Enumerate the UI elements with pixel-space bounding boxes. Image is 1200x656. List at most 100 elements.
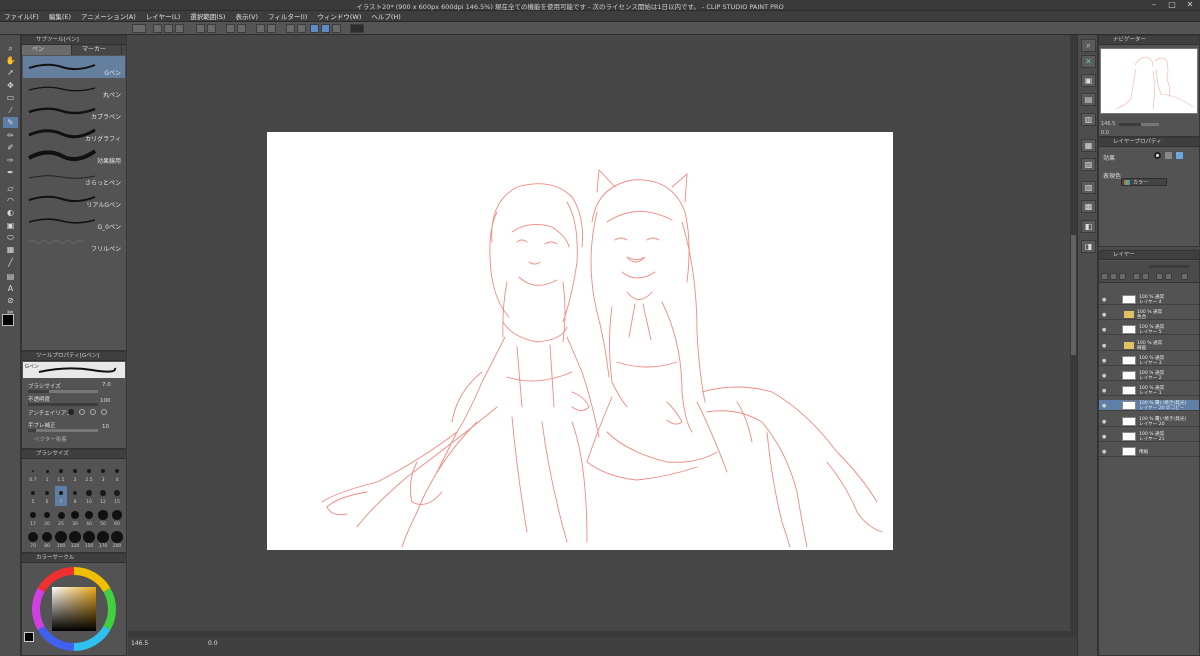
new-vector-layer-icon[interactable] <box>1110 273 1117 280</box>
operation-tool-icon[interactable]: ➚ <box>3 67 18 78</box>
zoom-readout[interactable]: 146.5 <box>131 640 148 647</box>
menu-file[interactable]: ファイル(F) <box>4 11 39 21</box>
visibility-eye-icon[interactable]: ● <box>1102 358 1107 364</box>
brush-size-option[interactable]: 200 <box>111 530 123 550</box>
layer-row[interactable]: ● 用紙 <box>1099 446 1199 457</box>
stabilize-slider[interactable] <box>28 429 98 432</box>
brush-size-option[interactable]: 1 <box>41 464 53 484</box>
item-bank-icon[interactable]: ▩ <box>1081 200 1096 213</box>
navigator-preview[interactable] <box>1100 48 1198 114</box>
brush-size-option[interactable]: 50 <box>97 508 109 528</box>
expression-color-select[interactable]: カラー <box>1121 178 1167 186</box>
invert-selection-icon[interactable] <box>297 24 306 33</box>
tab-marker[interactable]: マーカー <box>72 45 122 55</box>
layer-row[interactable]: ● 100 % 通常 レイヤー 5 <box>1099 324 1199 336</box>
snap-grid-icon[interactable] <box>321 24 330 33</box>
brush-calligraphy[interactable]: カリグラフィ <box>23 122 125 144</box>
vertical-scrollbar[interactable] <box>1070 35 1077 631</box>
brush-size-option[interactable]: 170 <box>97 530 109 550</box>
fg-color-swatch[interactable] <box>24 632 34 642</box>
vector-snap-label[interactable]: ベクター吸着 <box>34 435 67 443</box>
layer-row[interactable]: ● 100 % 通常 レイヤー 3 <box>1099 355 1199 366</box>
save-icon[interactable] <box>175 24 184 33</box>
brush-size-option[interactable]: 40 <box>83 508 95 528</box>
fill-icon[interactable] <box>237 24 246 33</box>
brush-size-option[interactable]: 25 <box>55 508 67 528</box>
menu-filter[interactable]: フィルター(I) <box>268 11 307 21</box>
delete-layer-icon[interactable] <box>1181 273 1188 280</box>
tab-pen[interactable]: ペン <box>22 45 72 55</box>
brush-size-slider[interactable] <box>28 390 98 393</box>
eyedropper-icon[interactable]: ⁄ <box>3 105 18 116</box>
history-icon[interactable]: ▤ <box>1081 93 1096 106</box>
brush-size-option[interactable]: 80 <box>41 530 53 550</box>
close-button[interactable]: ✕ <box>1181 0 1199 10</box>
menu-window[interactable]: ウィンドウ(W) <box>317 11 361 21</box>
hand-tool-icon[interactable]: ✋ <box>3 55 18 66</box>
brush-size-option[interactable]: 1.5 <box>55 464 67 484</box>
rotation-readout[interactable]: 0.0 <box>208 640 218 647</box>
brush-size-option[interactable]: 20 <box>41 508 53 528</box>
layer-row[interactable]: ● 100 % 通常 レイヤー 21 <box>1099 431 1199 442</box>
brush-size-option[interactable]: 70 <box>27 530 39 550</box>
brush-size-value[interactable]: 7.0 <box>102 382 111 388</box>
layer-row[interactable]: ● 100 % 通常 レイヤー 2 <box>1099 370 1199 381</box>
opacity-value[interactable]: 100 <box>100 398 111 404</box>
brush-tool-icon[interactable]: ✐ <box>3 142 18 153</box>
pencil-tool-icon[interactable]: ✏ <box>3 130 18 141</box>
visibility-eye-icon[interactable]: ● <box>1102 388 1107 394</box>
visibility-eye-icon[interactable]: ● <box>1102 419 1107 425</box>
pen-tool-icon[interactable]: ✎ <box>3 117 18 128</box>
layer-mask-icon[interactable] <box>1156 273 1163 280</box>
apply-mask-icon[interactable] <box>1165 273 1172 280</box>
correct-line-icon[interactable]: ⊘ <box>3 295 18 306</box>
sub-view-icon[interactable]: ▥ <box>1081 113 1096 126</box>
brush-size-option[interactable]: 30 <box>69 508 81 528</box>
selection-tool-icon[interactable]: ▭ <box>3 92 18 103</box>
visibility-eye-icon[interactable]: ● <box>1102 312 1107 318</box>
airbrush-icon[interactable]: ✑ <box>3 155 18 166</box>
visibility-eye-icon[interactable]: ● <box>1102 343 1107 349</box>
brush-size-option[interactable]: 150 <box>83 530 95 550</box>
snap-perspective-icon[interactable] <box>332 24 341 33</box>
brush-g0-pen[interactable]: G_0ペン <box>23 210 125 232</box>
brush-size-option[interactable]: 100 <box>55 530 67 550</box>
balloon-icon[interactable]: ▤ <box>3 271 18 282</box>
stabilize-value[interactable]: 10 <box>102 424 109 430</box>
antialias-options[interactable] <box>68 408 128 416</box>
opacity-slider[interactable] <box>28 403 98 406</box>
brush-size-option[interactable]: 10 <box>83 486 95 506</box>
minimize-button[interactable]: – <box>1145 0 1163 10</box>
layer-row[interactable]: ● 100 % 覆い焼き(発光) レイヤー 20 のコピー <box>1099 400 1199 412</box>
brush-maru-pen[interactable]: 丸ペン <box>23 78 125 100</box>
navigator-angle[interactable]: 0.0 <box>1101 130 1109 136</box>
menu-view[interactable]: 表示(V) <box>235 11 258 21</box>
frame-icon[interactable]: ▦ <box>3 244 18 255</box>
new-folder-icon[interactable] <box>1119 273 1126 280</box>
brush-effect-line[interactable]: 効果線用 <box>23 144 125 166</box>
deselect-icon[interactable] <box>286 24 295 33</box>
brush-size-option[interactable]: 0.7 <box>27 464 39 484</box>
auto-action-icon[interactable]: ▨ <box>1081 181 1096 194</box>
layer-opacity-slider[interactable] <box>1149 265 1189 268</box>
info-icon[interactable]: ▦ <box>1081 139 1096 152</box>
scale-icon[interactable] <box>267 24 276 33</box>
eraser-icon[interactable]: ▱ <box>3 183 18 194</box>
intermediate-color-icon[interactable]: ◨ <box>1081 240 1096 253</box>
menu-selection[interactable]: 選択範囲(S) <box>190 11 225 21</box>
brush-real-g-pen[interactable]: リアルGペン <box>23 188 125 210</box>
menu-animation[interactable]: アニメーション(A) <box>81 11 136 21</box>
transfer-down-icon[interactable] <box>1133 273 1140 280</box>
visibility-eye-icon[interactable]: ● <box>1102 403 1107 409</box>
brush-size-option[interactable]: 12 <box>97 486 109 506</box>
undo-icon[interactable] <box>196 24 205 33</box>
text-tool-icon[interactable]: A <box>3 283 18 294</box>
brush-size-option[interactable]: 2 <box>69 464 81 484</box>
menu-help[interactable]: ヘルプ(H) <box>371 11 400 21</box>
layer-row[interactable]: ● 100 % 通常 レイヤー 4 <box>1099 294 1199 305</box>
tone-effect-icon[interactable] <box>1165 152 1172 159</box>
vertical-scroll-thumb[interactable] <box>1071 235 1076 355</box>
decoration-icon[interactable]: ✒ <box>3 167 18 178</box>
clear-icon[interactable] <box>226 24 235 33</box>
brush-sarat-pen[interactable]: さらっとペン <box>23 166 125 188</box>
